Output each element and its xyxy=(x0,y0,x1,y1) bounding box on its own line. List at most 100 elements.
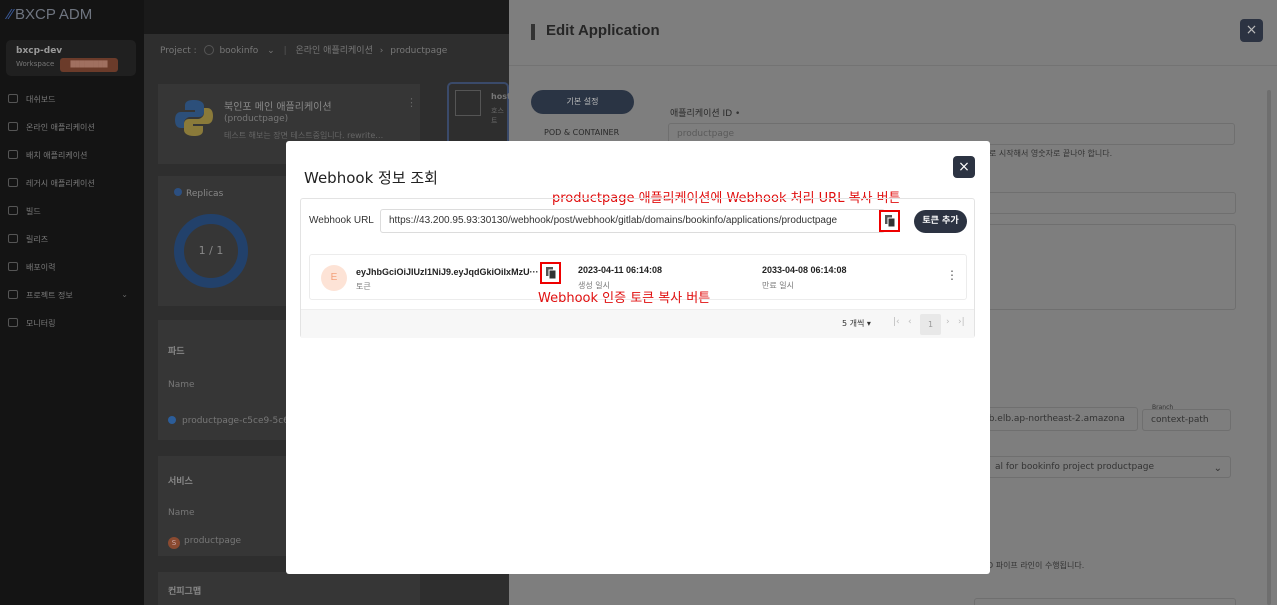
app-description: 테스트 해보는 장면 테스트중입니다. rewrite… xyxy=(224,131,384,140)
chevron-right-icon: › xyxy=(379,46,384,56)
drawer-header: Edit Application × xyxy=(509,0,1277,66)
configmap-heading: 컨피그맵 xyxy=(168,587,202,597)
next-page-icon[interactable]: › xyxy=(946,317,950,327)
services-heading: 서비스 xyxy=(168,477,193,487)
replicas-title: Replicas xyxy=(174,188,223,199)
first-page-icon[interactable]: |‹ xyxy=(893,317,900,327)
caret-down-icon: ▾ xyxy=(866,319,871,328)
add-token-button[interactable]: 토큰 추가 xyxy=(914,210,967,233)
chevron-down-icon: ⌄ xyxy=(1213,463,1222,474)
app-title: 북인포 메인 애플리케이션 xyxy=(224,102,332,113)
drawer-scrollbar[interactable] xyxy=(1267,90,1271,605)
services-col-name: Name xyxy=(168,508,195,518)
sidebar-item-project-info[interactable]: 프로젝트 정보 ⌄ xyxy=(8,290,136,301)
chevron-down-icon: ⌄ xyxy=(121,290,128,299)
apps-icon xyxy=(8,122,18,131)
copy-url-button[interactable] xyxy=(879,210,900,232)
project-label: Project : xyxy=(160,46,197,56)
pipeline-select[interactable]: al for bookinfo project productpage ⌄ xyxy=(974,456,1231,478)
folder-icon xyxy=(8,290,18,299)
sidebar-item-online-apps[interactable]: 온라인 애플리케이션 xyxy=(8,122,95,133)
app-logo[interactable]: ⁄⁄ BXCP ADM xyxy=(8,6,92,23)
service-badge: S xyxy=(168,537,180,549)
last-page-icon[interactable]: ›| xyxy=(958,317,965,327)
release-icon xyxy=(8,234,18,243)
pod-row[interactable]: productpage-c5ce9-5c6 xyxy=(168,416,289,426)
page-number[interactable]: 1 xyxy=(920,314,941,335)
token-copy-annotation: Webhook 인증 토큰 복사 버튼 xyxy=(538,291,711,306)
copy-token-button[interactable] xyxy=(540,262,561,284)
webhook-modal: Webhook 정보 조회 × productpage 애플리케이션에 Webh… xyxy=(286,141,990,574)
python-icon xyxy=(175,100,213,136)
description-textarea[interactable] xyxy=(974,224,1236,310)
host-icon xyxy=(455,90,481,116)
copy-icon xyxy=(885,215,895,227)
pods-heading: 파드 xyxy=(168,347,185,357)
workspace-selector[interactable]: bxcp-dev Workspace ████████ xyxy=(6,40,136,76)
repo-url-input[interactable]: bb.elb.ap-northeast-2.amazona xyxy=(974,407,1138,431)
workspace-label: Workspace xyxy=(16,60,55,68)
drawer-close-button[interactable]: × xyxy=(1240,19,1263,42)
drawer-input-bottom[interactable] xyxy=(974,598,1236,605)
replicas-gauge: 1 / 1 xyxy=(174,214,248,288)
sidebar-item-deploy-history[interactable]: 배포이력 xyxy=(8,262,55,273)
monitor-icon xyxy=(8,318,18,327)
avatar: E xyxy=(321,265,347,291)
breadcrumb: Project : bookinfo ⌄ | 온라인 애플리케이션 › prod… xyxy=(160,45,448,56)
webhook-url-field[interactable]: https://43.200.95.93:30130/webhook/post/… xyxy=(380,209,885,233)
drawer-input[interactable] xyxy=(974,192,1236,214)
pipeline-hint: D 파이프 라인이 수행됩니다. xyxy=(987,561,1085,570)
project-selector[interactable]: bookinfo xyxy=(219,46,258,56)
configmap-section: 컨피그맵 xyxy=(158,572,420,605)
more-icon[interactable]: ⋮ xyxy=(406,96,417,109)
token-value: eyJhbGciOiJIUzI1NiJ9.eyJqdGkiOiIxMzU··· xyxy=(356,267,539,277)
sidebar-item-monitoring[interactable]: 모니터링 xyxy=(8,318,55,329)
host-label: host xyxy=(491,92,511,101)
expires-date: 2033-04-08 06:14:08 xyxy=(762,265,847,275)
replicas-value: 1 / 1 xyxy=(198,244,224,257)
app-id: (productpage) xyxy=(224,114,289,124)
sidebar-item-batch-apps[interactable]: 배치 애플리케이션 xyxy=(8,150,87,161)
workspace-badge: ████████ xyxy=(60,58,118,72)
drawer-title: Edit Application xyxy=(546,22,660,39)
breadcrumb-section[interactable]: 온라인 애플리케이션 xyxy=(295,46,372,56)
pods-col-name: Name xyxy=(168,380,195,390)
workspace-name: bxcp-dev xyxy=(16,46,63,56)
batch-icon xyxy=(8,150,18,159)
status-dot-icon xyxy=(174,188,182,196)
chevron-down-icon[interactable]: ⌄ xyxy=(267,46,275,56)
host-sub: 호스트 xyxy=(491,107,504,125)
token-type: 토큰 xyxy=(356,282,371,291)
tab-pod-container[interactable]: POD & CONTAINER xyxy=(544,128,619,137)
tab-basic-settings[interactable]: 기본 설정 xyxy=(531,90,634,114)
sidebar: ⁄⁄ BXCP ADM bxcp-dev Workspace ████████ 대… xyxy=(0,0,144,605)
branch-input[interactable]: context-path xyxy=(1142,409,1231,431)
sidebar-item-legacy-apps[interactable]: 레거시 애플리케이션 xyxy=(8,178,95,189)
copy-icon xyxy=(546,267,556,279)
app-id-hint: 로 시작해서 영숫자로 끝나야 합니다. xyxy=(989,149,1113,158)
breadcrumb-page: productpage xyxy=(390,46,448,56)
prev-page-icon[interactable]: ‹ xyxy=(908,317,912,327)
webhook-panel: Webhook URL https://43.200.95.93:30130/w… xyxy=(300,198,975,338)
dashboard-icon xyxy=(8,94,18,103)
service-row[interactable]: Sproductpage xyxy=(168,536,241,549)
created-date: 2023-04-11 06:14:08 xyxy=(578,265,663,275)
build-icon xyxy=(8,206,18,215)
modal-close-button[interactable]: × xyxy=(953,156,975,178)
sidebar-item-release[interactable]: 릴리즈 xyxy=(8,234,48,245)
history-icon xyxy=(8,262,18,271)
expires-label: 만료 일시 xyxy=(762,281,794,290)
more-icon[interactable]: ⋮ xyxy=(946,268,958,282)
pagination-bar: 5 개씩 ▾ |‹ ‹ 1 › ›| xyxy=(301,309,974,338)
page-size-select[interactable]: 5 개씩 ▾ xyxy=(842,318,871,329)
app-id-label: 애플리케이션 ID • xyxy=(670,109,741,119)
webhook-url-label: Webhook URL xyxy=(309,215,374,226)
sidebar-item-dashboard[interactable]: 대쉬보드 xyxy=(8,94,55,105)
sidebar-item-build[interactable]: 빌드 xyxy=(8,206,41,217)
modal-title: Webhook 정보 조회 xyxy=(304,169,438,187)
top-bar xyxy=(144,0,509,34)
project-icon xyxy=(203,45,214,55)
title-accent xyxy=(531,24,535,40)
gear-icon xyxy=(8,178,18,187)
pod-status-icon xyxy=(168,416,176,424)
